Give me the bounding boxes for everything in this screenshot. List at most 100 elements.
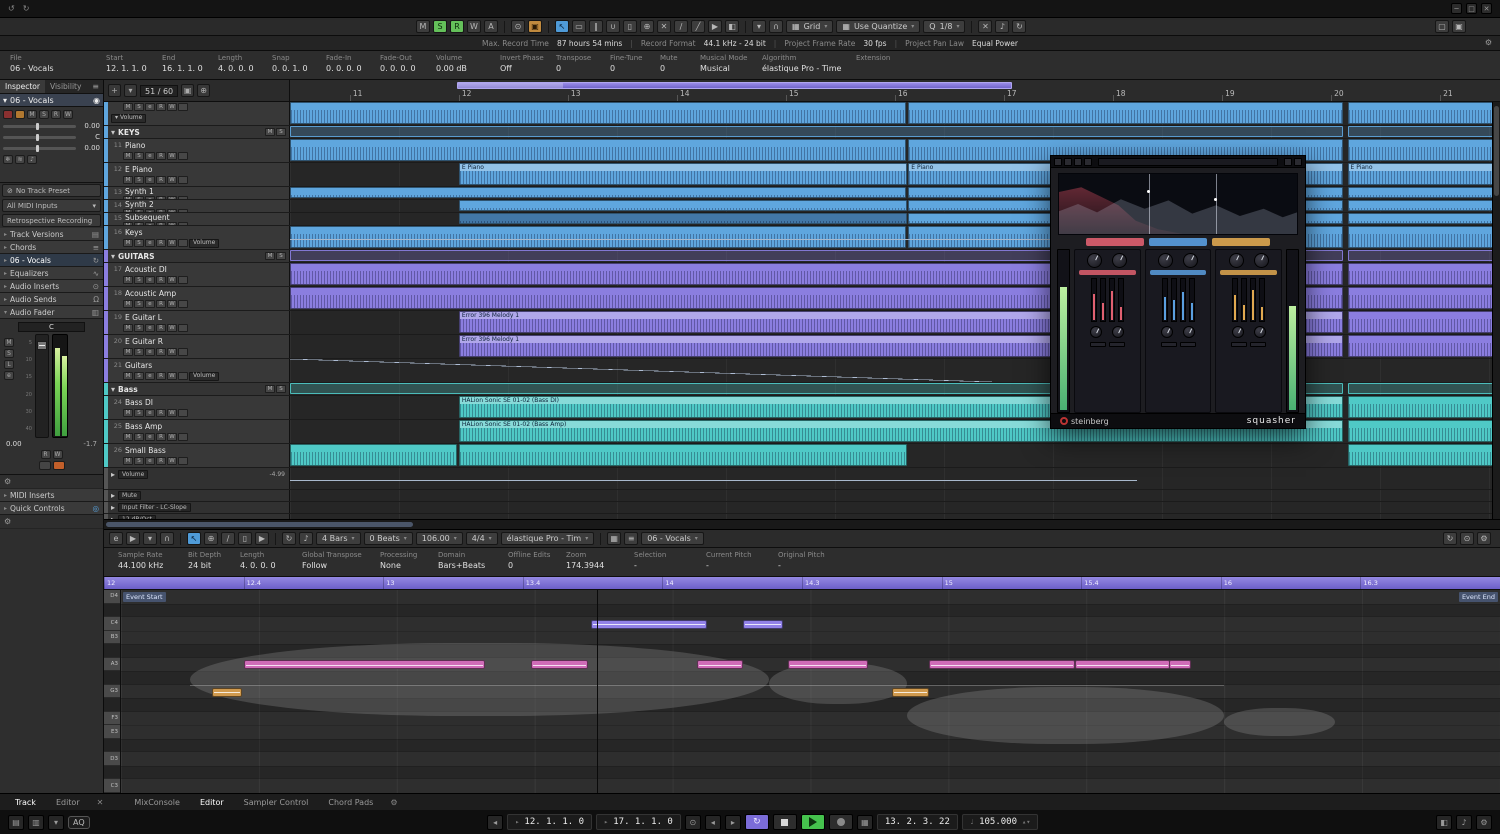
piano-key-d3[interactable]: D3 [104,752,120,766]
inspector-section-equalizers[interactable]: ▸ Equalizers ∿ [0,267,103,280]
track-lane-small-bass[interactable] [290,444,1500,467]
piano-key-e3[interactable]: E3 [104,725,120,739]
nudge-forward-icon[interactable]: ▸ [724,814,741,830]
setup-window-icon[interactable]: ▣ [1452,20,1466,33]
edit-channel-icon[interactable]: ◉ [93,96,100,105]
track-lane-piano[interactable] [290,139,1500,162]
track-w-button[interactable]: W [167,409,177,417]
close-button[interactable]: ✕ [1481,3,1492,14]
info-column-extension[interactable]: Extension [852,51,912,79]
folder-s-button[interactable]: S [276,128,286,136]
info-column-snap[interactable]: Snap 0. 0. 1. 0 [268,51,322,79]
band-output-knob[interactable] [1112,326,1125,338]
curve-node[interactable] [1213,198,1217,201]
record-enable-icon[interactable] [3,110,13,119]
info-column-start[interactable]: Start 12. 1. 1. 0 [102,51,158,79]
track-preset-button[interactable]: ⊘ No Track Preset [2,184,101,197]
position-display[interactable]: 13. 2. 3. 22 [876,814,958,830]
track-e-button[interactable]: e [145,196,155,199]
track-extra-button[interactable] [178,372,188,380]
audio-event[interactable] [458,200,907,211]
timeline-ruler[interactable]: 11 12 13 14 15 16 17 18 19 20 21 [290,80,1500,102]
audio-event[interactable] [1347,420,1500,442]
audiowarp-icon[interactable]: ↻ [1012,20,1027,33]
track-r-button[interactable]: R [156,103,166,111]
band-param-chip[interactable] [1160,342,1177,347]
band-down-knob[interactable] [1183,253,1198,268]
audio-event[interactable] [1347,311,1500,333]
track-list-cell[interactable]: M Se R W ▾ Volume [104,102,290,125]
camera-icon[interactable]: ▣ [181,84,195,97]
piano-key-c4[interactable]: C4 [104,617,120,631]
fader-listen-button[interactable]: L [4,360,14,369]
color-tool-icon[interactable]: ◧ [725,20,739,33]
tempo-display[interactable]: ♩ 105.000 ▴▾ [961,814,1039,830]
track-list-cell[interactable]: 21 Guitars M Se R W Volume [104,359,290,382]
click-pattern-icon[interactable]: ♪ [1456,814,1473,830]
track-extra-button[interactable] [178,103,188,111]
band-param-chip[interactable] [1231,342,1248,347]
band-up-knob[interactable] [1087,253,1103,268]
inspector-section-audio-fader[interactable]: ▾ Audio Fader ▥ [0,306,103,319]
track-s-button[interactable]: S [134,176,144,184]
draw-tool-icon[interactable]: ∕ [221,532,235,545]
plugin-activate-icon[interactable] [1054,157,1062,166]
meter-peak-value[interactable]: -1.7 [83,440,97,448]
audio-event[interactable] [290,126,1343,137]
track-m-button[interactable]: M [123,300,133,308]
automation-a-button[interactable]: A [484,20,498,33]
plugin-read-icon[interactable] [1064,157,1072,166]
track-extra-button[interactable] [178,209,188,212]
inspector-section-track-versions[interactable]: ▸ Track Versions ▤ [0,228,103,241]
track-s-button[interactable]: S [134,457,144,465]
info-column-file[interactable]: File 06 - Vocals [6,51,102,79]
plugin-band-tab[interactable] [1149,238,1207,246]
track-lane-selected[interactable] [290,102,1500,125]
band-mix-knob[interactable] [1161,326,1173,338]
track-s-button[interactable]: S [134,372,144,380]
piano-key-ds3[interactable] [104,738,120,753]
info-column-transpose[interactable]: Transpose 0 [552,51,606,79]
track-e-button[interactable]: e [145,300,155,308]
editor-info-domain[interactable]: Domain Bars+Beats [434,548,504,576]
editor-info-current-pitch[interactable]: Current Pitch - [702,548,774,576]
info-column-end[interactable]: End 16. 1. 1. 0 [158,51,214,79]
track-list-cell[interactable]: ▾ Bass M S [104,383,290,395]
quantize-value-dropdown[interactable]: Q 1/8 ▾ [923,20,966,33]
tab-editor[interactable]: Editor [47,796,89,809]
track-lane-subsequent[interactable] [290,213,1500,225]
folder-open-icon[interactable]: ▾ [111,385,115,394]
metronome-icon[interactable]: ◧ [1436,814,1453,830]
automation-m-button[interactable]: M [416,20,430,33]
inspector-track-row[interactable]: ▾ 06 - Vocals ◉ [0,94,103,107]
track-r-button[interactable]: R [156,239,166,247]
variaudio-canvas[interactable]: Event Start Event End [121,590,1500,793]
track-r-button[interactable]: R [156,433,166,441]
folder-s-button[interactable]: S [276,252,286,260]
track-list-cell[interactable]: 18 Acoustic Amp M Se R W [104,287,290,310]
band-split-handle[interactable] [1216,174,1218,234]
volume-parameter-chip[interactable]: Volume [189,238,220,248]
transport-menu-icon[interactable]: ▾ [48,814,64,830]
editor-info-bit-depth[interactable]: Bit Depth 24 bit [184,548,236,576]
mute-tool-icon[interactable]: ✕ [657,20,671,33]
track-e-button[interactable]: e [145,372,155,380]
track-s-button[interactable]: S [134,239,144,247]
zoom-tool-icon[interactable]: ⊕ [640,20,654,33]
erase-tool-icon[interactable]: ▯ [238,532,252,545]
track-r-button[interactable]: R [156,324,166,332]
glue-tool-icon[interactable]: ∪ [606,20,620,33]
track-s-button[interactable]: S [134,300,144,308]
range-selection-tool-icon[interactable]: ▭ [572,20,586,33]
track-m-button[interactable]: M [123,276,133,284]
plugin-band-tab[interactable] [1086,238,1144,246]
track-lane-input-filter-lc-slope[interactable] [290,502,1500,513]
track-m-button[interactable]: M [123,239,133,247]
curve-node[interactable] [1147,189,1151,193]
autoscroll-icon[interactable]: ▾ [752,20,766,33]
gain-slider[interactable] [3,122,76,130]
track-lane-bass[interactable] [290,383,1500,395]
track-s-button[interactable]: S [134,222,144,225]
pitch-segment-pink[interactable] [929,660,1076,670]
info-column-mute[interactable]: Mute 0 [656,51,696,79]
